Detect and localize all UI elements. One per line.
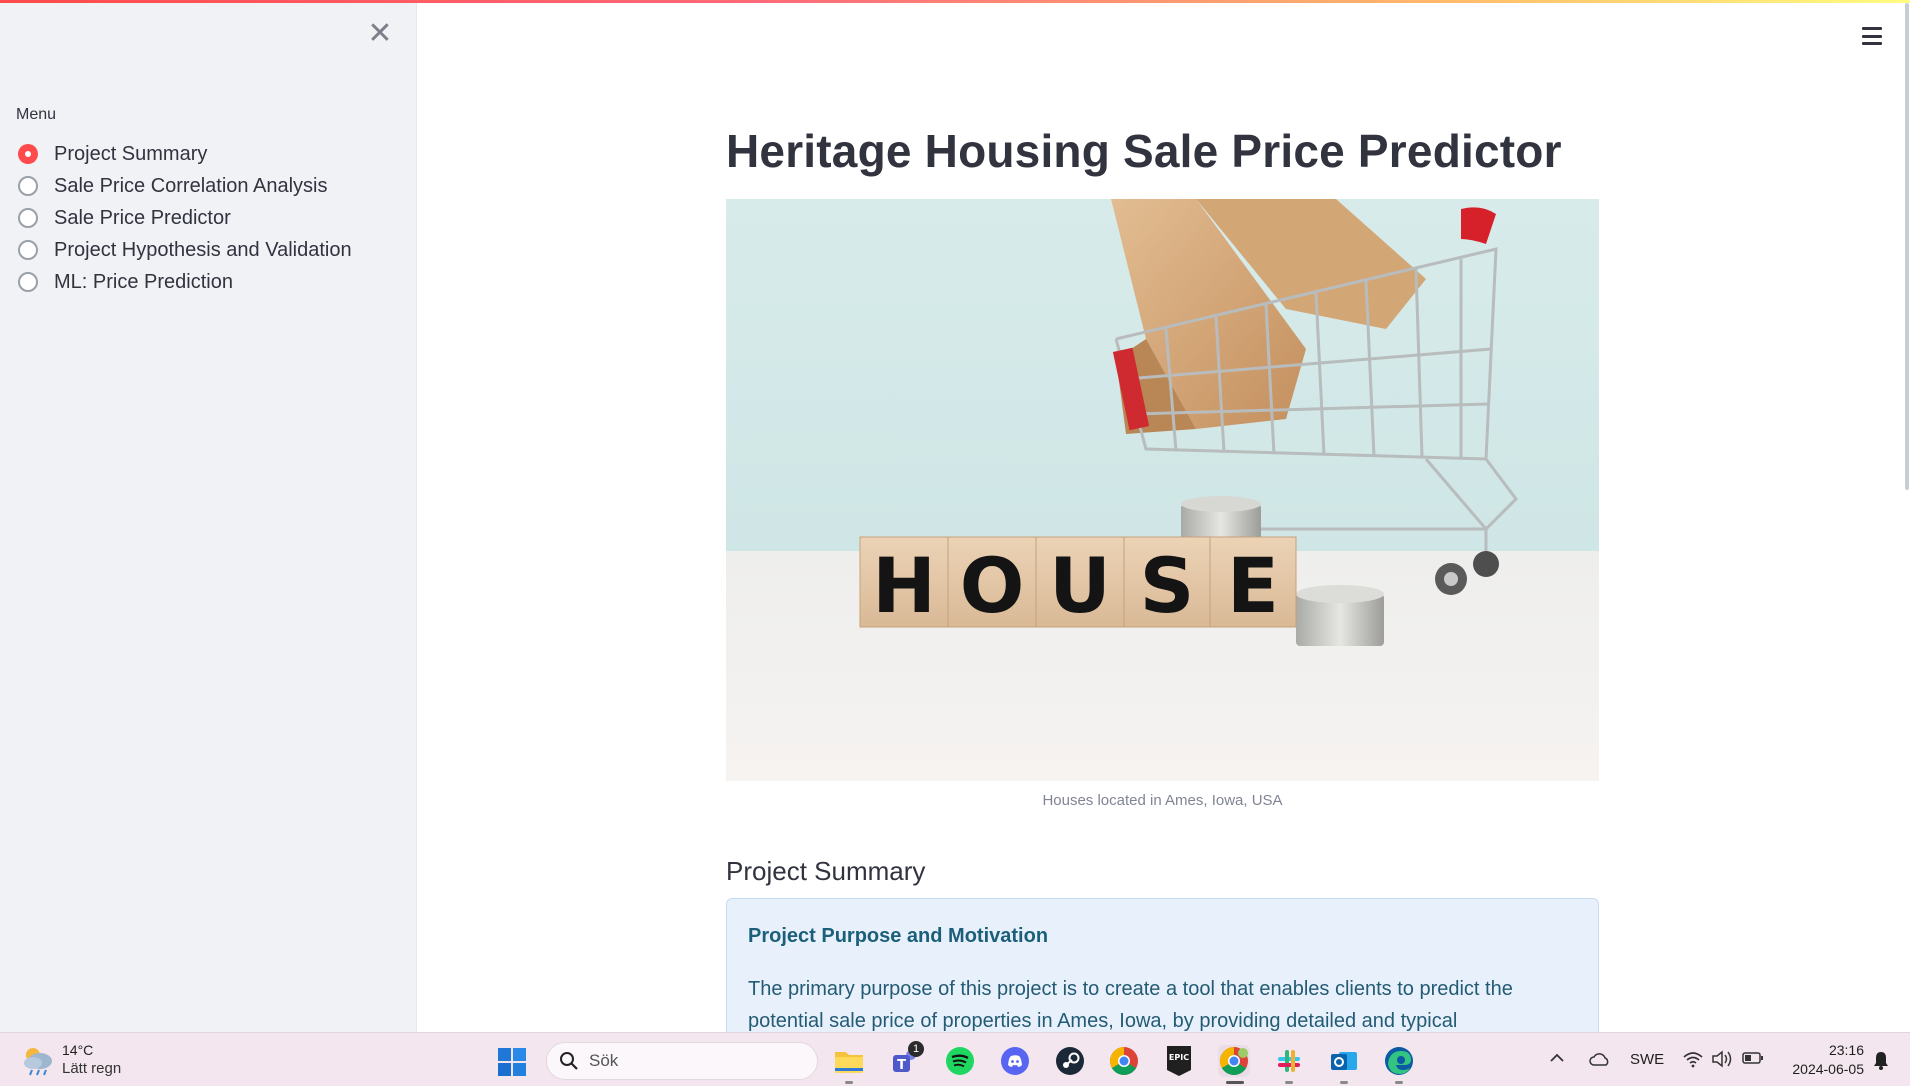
menu-item-label: Project Summary: [54, 142, 208, 165]
steam-icon[interactable]: [1054, 1045, 1086, 1077]
close-sidebar-icon[interactable]: ✕: [366, 18, 394, 50]
menu-item-label: Project Hypothesis and Validation: [54, 238, 352, 261]
radio-icon[interactable]: [18, 240, 38, 260]
radio-icon[interactable]: [18, 176, 38, 196]
section-title: Project Summary: [726, 856, 926, 886]
teams-notification-badge: 1: [908, 1041, 924, 1057]
clock-date: 2024-06-05: [1792, 1061, 1864, 1077]
chrome-icon[interactable]: [1108, 1045, 1140, 1077]
scrollbar-thumb[interactable]: [1905, 3, 1909, 490]
slack-icon[interactable]: [1273, 1045, 1305, 1077]
wifi-icon[interactable]: [1682, 1050, 1704, 1068]
chrome-profile-icon[interactable]: [1218, 1045, 1250, 1077]
menu-item-ml-price-prediction[interactable]: ML: Price Prediction: [18, 266, 352, 298]
search-icon: [560, 1052, 578, 1070]
active-indicator: [1226, 1081, 1244, 1084]
menu-radio-group: Project Summary Sale Price Correlation A…: [18, 138, 352, 298]
hero-letter: H: [872, 541, 936, 630]
clock-time: 23:16: [1828, 1042, 1864, 1058]
menu-item-project-summary[interactable]: Project Summary: [18, 138, 352, 170]
info-text: The primary purpose of this project is t…: [748, 978, 1513, 1032]
epic-label: EPIC: [1169, 1053, 1189, 1062]
onedrive-cloud-icon[interactable]: [1589, 1051, 1611, 1067]
weather-widget[interactable]: 14°C Lätt regn: [20, 1041, 121, 1079]
menu-item-hypothesis-validation[interactable]: Project Hypothesis and Validation: [18, 234, 352, 266]
edge-icon[interactable]: [1383, 1045, 1415, 1077]
menu-item-label: ML: Price Prediction: [54, 270, 233, 293]
language-indicator[interactable]: SWE: [1630, 1051, 1664, 1068]
search-placeholder: Sök: [589, 1051, 619, 1070]
running-indicator: [845, 1081, 853, 1084]
taskbar-search-input[interactable]: Sök: [546, 1042, 818, 1080]
hero-image: H O U S E: [726, 199, 1599, 781]
discord-icon[interactable]: [999, 1045, 1031, 1077]
volume-icon[interactable]: [1711, 1049, 1733, 1069]
menu-item-label: Sale Price Predictor: [54, 206, 231, 229]
menu-item-label: Sale Price Correlation Analysis: [54, 174, 328, 197]
chevron-up-icon[interactable]: [1550, 1053, 1564, 1063]
spotify-icon[interactable]: [944, 1045, 976, 1077]
hero-letter: E: [1227, 541, 1279, 630]
page-title: Heritage Housing Sale Price Predictor: [726, 125, 1562, 177]
running-indicator: [1395, 1081, 1403, 1084]
notification-bell-icon[interactable]: [1872, 1050, 1890, 1070]
image-caption: Houses located in Ames, Iowa, USA: [1042, 792, 1283, 809]
running-indicator: [1340, 1081, 1348, 1084]
running-indicator: [1285, 1081, 1293, 1084]
clock[interactable]: 23:16 2024-06-05: [1778, 1041, 1864, 1079]
file-explorer-icon[interactable]: [833, 1045, 865, 1077]
radio-icon[interactable]: [18, 272, 38, 292]
menu-item-sale-price-predictor[interactable]: Sale Price Predictor: [18, 202, 352, 234]
weather-condition: Lätt regn: [62, 1060, 122, 1077]
top-decoration-bar: [0, 0, 1910, 3]
svg-text:T: T: [897, 1058, 906, 1073]
battery-icon[interactable]: [1742, 1051, 1764, 1065]
menu-label: Menu: [16, 106, 57, 123]
epic-games-icon[interactable]: EPIC: [1163, 1045, 1195, 1077]
radio-selected-icon[interactable]: [18, 144, 38, 164]
outlook-icon[interactable]: [1328, 1045, 1360, 1077]
radio-icon[interactable]: [18, 208, 38, 228]
hero-letter: O: [960, 541, 1025, 630]
info-heading: Project Purpose and Motivation: [748, 925, 1049, 947]
windows-start-icon[interactable]: [497, 1047, 527, 1077]
weather-temperature: 14°C: [62, 1042, 94, 1058]
menu-item-correlation-analysis[interactable]: Sale Price Correlation Analysis: [18, 170, 352, 202]
rain-cloud-icon: [24, 1048, 52, 1076]
main-menu-icon[interactable]: [1860, 24, 1884, 48]
hero-letter: S: [1140, 541, 1195, 630]
hero-letter: U: [1049, 541, 1111, 630]
taskbar: 14°C Lätt regn Sök T 1 EPIC SWE 23:16 20…: [0, 1032, 1910, 1086]
sidebar: ✕ Menu Project Summary Sale Price Correl…: [0, 0, 417, 1032]
